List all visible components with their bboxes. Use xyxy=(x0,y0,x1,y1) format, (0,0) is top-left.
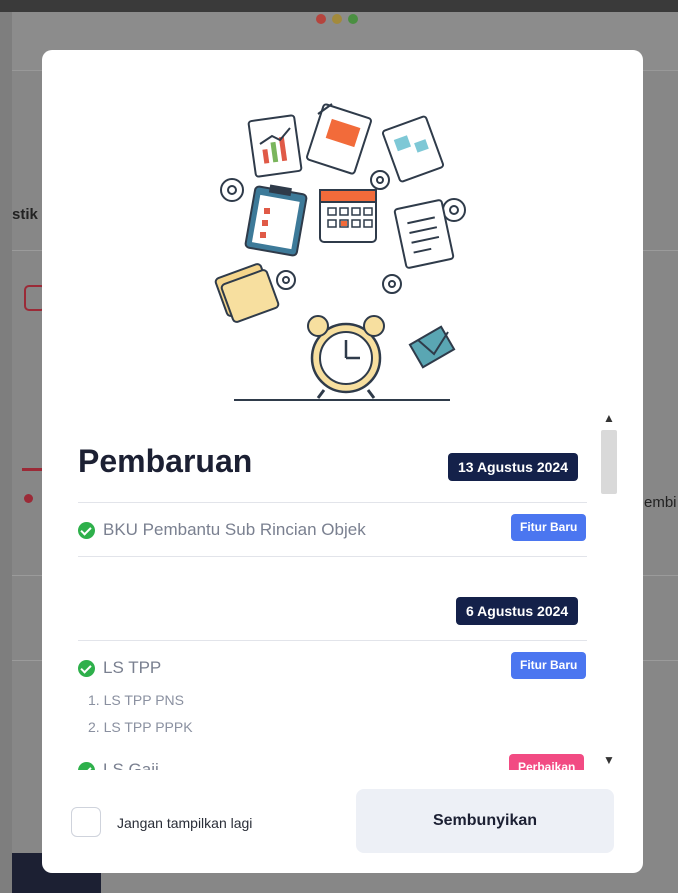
scrollbar-thumb[interactable] xyxy=(601,430,617,494)
feature-tag: Fitur Baru xyxy=(511,514,587,541)
clipboard-icon xyxy=(244,184,308,257)
feature-tag: Fitur Baru xyxy=(511,652,587,679)
notebook-icon xyxy=(306,103,372,175)
update-item-label: LS TPP xyxy=(103,658,162,677)
update-illustration xyxy=(214,103,466,401)
envelope-icon xyxy=(408,325,456,369)
dont-show-again-label[interactable]: Jangan tampilkan lagi xyxy=(117,815,252,831)
window-topbar xyxy=(0,0,678,12)
check-circle-icon xyxy=(78,521,95,539)
fix-tag: Perbaikan xyxy=(509,754,585,770)
scroll-up-arrow-icon[interactable]: ▲ xyxy=(599,408,619,428)
update-subitem: 1. LS TPP PNS xyxy=(88,692,184,708)
update-item: LS TPP xyxy=(78,658,161,678)
chart-document-icon xyxy=(247,114,303,178)
divider xyxy=(78,556,587,557)
divider xyxy=(78,502,587,503)
scrollbar[interactable]: ▲ ▼ xyxy=(599,408,619,772)
alarm-clock-icon xyxy=(307,315,385,399)
update-item-label: BKU Pembantu Sub Rincian Objek xyxy=(103,520,366,539)
calendar-icon xyxy=(319,189,377,243)
hide-button[interactable]: Sembunyikan xyxy=(356,789,614,853)
update-subitem: 2. LS TPP PPPK xyxy=(88,719,193,735)
check-circle-icon xyxy=(78,761,95,770)
update-list-scroll[interactable]: Pembaruan 13 Agustus 2024 BKU Pembantu S… xyxy=(42,408,643,770)
scroll-down-arrow-icon[interactable]: ▼ xyxy=(599,750,619,770)
modal-title: Pembaruan xyxy=(78,443,253,479)
folder-icon xyxy=(214,263,280,323)
divider xyxy=(78,640,587,641)
update-item-label: LS Gaji xyxy=(103,760,159,770)
update-item: BKU Pembantu Sub Rincian Objek xyxy=(78,520,366,540)
background-status-dot xyxy=(24,494,33,503)
update-item: LS Gaji xyxy=(78,760,159,770)
date-badge: 6 Agustus 2024 xyxy=(456,597,579,625)
check-circle-icon xyxy=(78,659,95,677)
background-text-right: embi xyxy=(644,494,677,511)
window-controls xyxy=(316,14,358,24)
date-badge: 13 Agustus 2024 xyxy=(448,453,578,481)
update-modal: Pembaruan 13 Agustus 2024 BKU Pembantu S… xyxy=(42,50,643,873)
background-text-left: stik xyxy=(12,206,38,223)
dont-show-again-checkbox[interactable] xyxy=(71,807,101,837)
maximize-dot xyxy=(348,14,358,24)
document-icon xyxy=(381,115,445,183)
minimize-dot xyxy=(332,14,342,24)
background-tab-indicator xyxy=(22,468,42,471)
close-dot xyxy=(316,14,326,24)
